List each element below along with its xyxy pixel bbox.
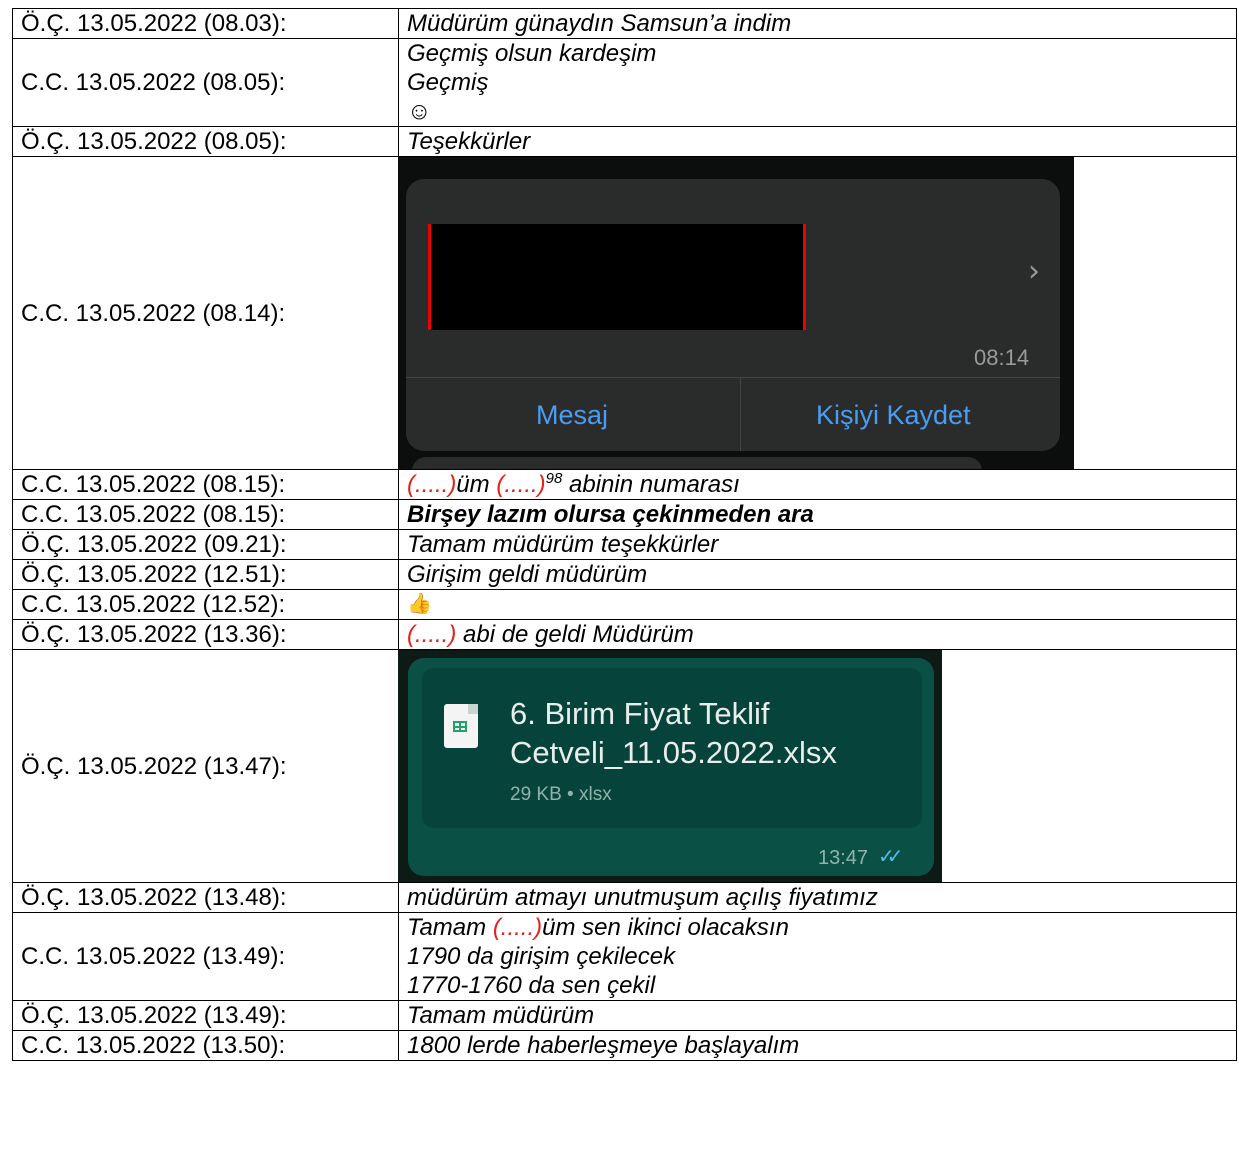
sender-cell: C.C. 13.05.2022 (13.49): (12, 912, 399, 1001)
sender-cell: Ö.Ç. 13.05.2022 (08.05): (12, 126, 399, 157)
divider (406, 377, 1060, 378)
sender-cell: C.C. 13.05.2022 (08.15): (12, 469, 399, 500)
double-check-icon: ✓✓ (878, 844, 903, 868)
table-row: Ö.Ç. 13.05.2022 (13.47): 6. Birim Fiyat … (12, 649, 1237, 883)
sender-cell: Ö.Ç. 13.05.2022 (12.51): (12, 559, 399, 590)
table-row: C.C. 13.05.2022 (08.05): Geçmiş olsun ka… (12, 38, 1237, 127)
table-row: Ö.Ç. 13.05.2022 (13.48): müdürüm atmayı … (12, 882, 1237, 913)
redacted-name: (.....) (407, 621, 457, 648)
table-row: C.C. 13.05.2022 (08.15): (.....)üm (....… (12, 469, 1237, 500)
message-text: abi de geldi Müdürüm (456, 621, 694, 648)
sender-cell: C.C. 13.05.2022 (08.14): (12, 156, 399, 470)
footnote-mark: 98 (545, 470, 563, 487)
table-row: Ö.Ç. 13.05.2022 (08.03): Müdürüm günaydı… (12, 8, 1237, 39)
table-row: C.C. 13.05.2022 (13.50): 1800 lerde habe… (12, 1030, 1237, 1061)
table-row: C.C. 13.05.2022 (13.49): Tamam (.....)üm… (12, 912, 1237, 1001)
message-cell: Tamam müdürüm (398, 1000, 1237, 1031)
sender-cell: Ö.Ç. 13.05.2022 (13.36): (12, 619, 399, 650)
message-line: Geçmiş olsun kardeşim (407, 40, 657, 67)
redacted-name: (.....) (407, 471, 457, 498)
message-time: 13:47 (818, 847, 869, 869)
message-cell: (.....)üm (.....)98 abinin numarası (398, 469, 1237, 500)
sender-cell: Ö.Ç. 13.05.2022 (09.21): (12, 529, 399, 560)
message-cell: Müdürüm günaydın Samsun’a indim (398, 8, 1237, 39)
message-cell: Geçmiş olsun kardeşim Geçmiş ☺ (398, 38, 1237, 127)
redacted-name: (.....) (492, 914, 543, 941)
smile-emoji: ☺ (407, 98, 432, 125)
message-cell: Girişim geldi müdürüm (398, 559, 1237, 590)
sender-cell: Ö.Ç. 13.05.2022 (08.03): (12, 8, 399, 39)
file-meta: 29 KB • xlsx (510, 784, 612, 805)
message-text: abinin numarası (562, 471, 740, 498)
message-button: Mesaj (536, 400, 609, 430)
spreadsheet-icon (444, 704, 478, 748)
message-line: 1770-1760 da sen çekil (407, 972, 656, 999)
sender-cell: Ö.Ç. 13.05.2022 (13.49): (12, 1000, 399, 1031)
message-cell: Tamam (.....)üm sen ikinci olacaksın 179… (398, 912, 1237, 1001)
table-row: Ö.Ç. 13.05.2022 (13.36): (.....) abi de … (12, 619, 1237, 650)
message-line: Geçmiş (407, 69, 489, 96)
next-bubble (412, 457, 982, 469)
message-text: üm (456, 471, 497, 498)
message-cell: (.....) abi de geldi Müdürüm (398, 619, 1237, 650)
sender-cell: C.C. 13.05.2022 (13.50): (12, 1030, 399, 1061)
thumbs-up-icon: 👍 (398, 589, 1237, 620)
redacted-contact (428, 224, 806, 330)
table-row: C.C. 13.05.2022 (08.15): Birşey lazım ol… (12, 499, 1237, 530)
contact-card-screenshot: › 08:14 Mesaj Kişiyi Kaydet (398, 157, 1074, 469)
save-contact-button: Kişiyi Kaydet (816, 400, 971, 430)
sender-cell: C.C. 13.05.2022 (08.15): (12, 499, 399, 530)
table-row: C.C. 13.05.2022 (12.52): 👍 (12, 589, 1237, 620)
file-name: 6. Birim Fiyat Teklif Cetveli_11.05.2022… (510, 696, 837, 770)
table-row: Ö.Ç. 13.05.2022 (13.49): Tamam müdürüm (12, 1000, 1237, 1031)
file-preview: 6. Birim Fiyat Teklif Cetveli_11.05.2022… (422, 668, 922, 828)
message-cell: Birşey lazım olursa çekinmeden ara (398, 499, 1237, 530)
message-cell: 1800 lerde haberleşmeye başlayalım (398, 1030, 1237, 1061)
sender-cell: C.C. 13.05.2022 (12.52): (12, 589, 399, 620)
message-log-table: Ö.Ç. 13.05.2022 (08.03): Müdürüm günaydı… (12, 8, 1237, 1061)
message-cell: müdürüm atmayı unutmuşum açılış fiyatımı… (398, 882, 1237, 913)
message-cell: Tamam müdürüm teşekkürler (398, 529, 1237, 560)
message-time: 08:14 (974, 345, 1030, 370)
divider (740, 377, 741, 451)
sender-cell: Ö.Ç. 13.05.2022 (13.48): (12, 882, 399, 913)
table-row: C.C. 13.05.2022 (08.14): › 08:14 Mesaj K… (12, 156, 1237, 470)
chevron-right-icon: › (1028, 254, 1040, 289)
message-line: Tamam (.....)üm sen ikinci olacaksın (407, 914, 789, 941)
sender-cell: Ö.Ç. 13.05.2022 (13.47): (12, 649, 399, 883)
message-cell: Teşekkürler (398, 126, 1237, 157)
contact-card: › 08:14 Mesaj Kişiyi Kaydet (406, 179, 1060, 451)
message-cell: › 08:14 Mesaj Kişiyi Kaydet (398, 156, 1237, 470)
sender-cell: C.C. 13.05.2022 (08.05): (12, 38, 399, 127)
message-line: 1790 da girişim çekilecek (407, 943, 676, 970)
table-row: Ö.Ç. 13.05.2022 (09.21): Tamam müdürüm t… (12, 529, 1237, 560)
message-cell: 6. Birim Fiyat Teklif Cetveli_11.05.2022… (398, 649, 1237, 883)
table-row: Ö.Ç. 13.05.2022 (12.51): Girişim geldi m… (12, 559, 1237, 590)
file-attachment-screenshot: 6. Birim Fiyat Teklif Cetveli_11.05.2022… (398, 650, 942, 882)
file-bubble: 6. Birim Fiyat Teklif Cetveli_11.05.2022… (408, 658, 934, 876)
table-row: Ö.Ç. 13.05.2022 (08.05): Teşekkürler (12, 126, 1237, 157)
redacted-name: (.....) (496, 471, 546, 498)
